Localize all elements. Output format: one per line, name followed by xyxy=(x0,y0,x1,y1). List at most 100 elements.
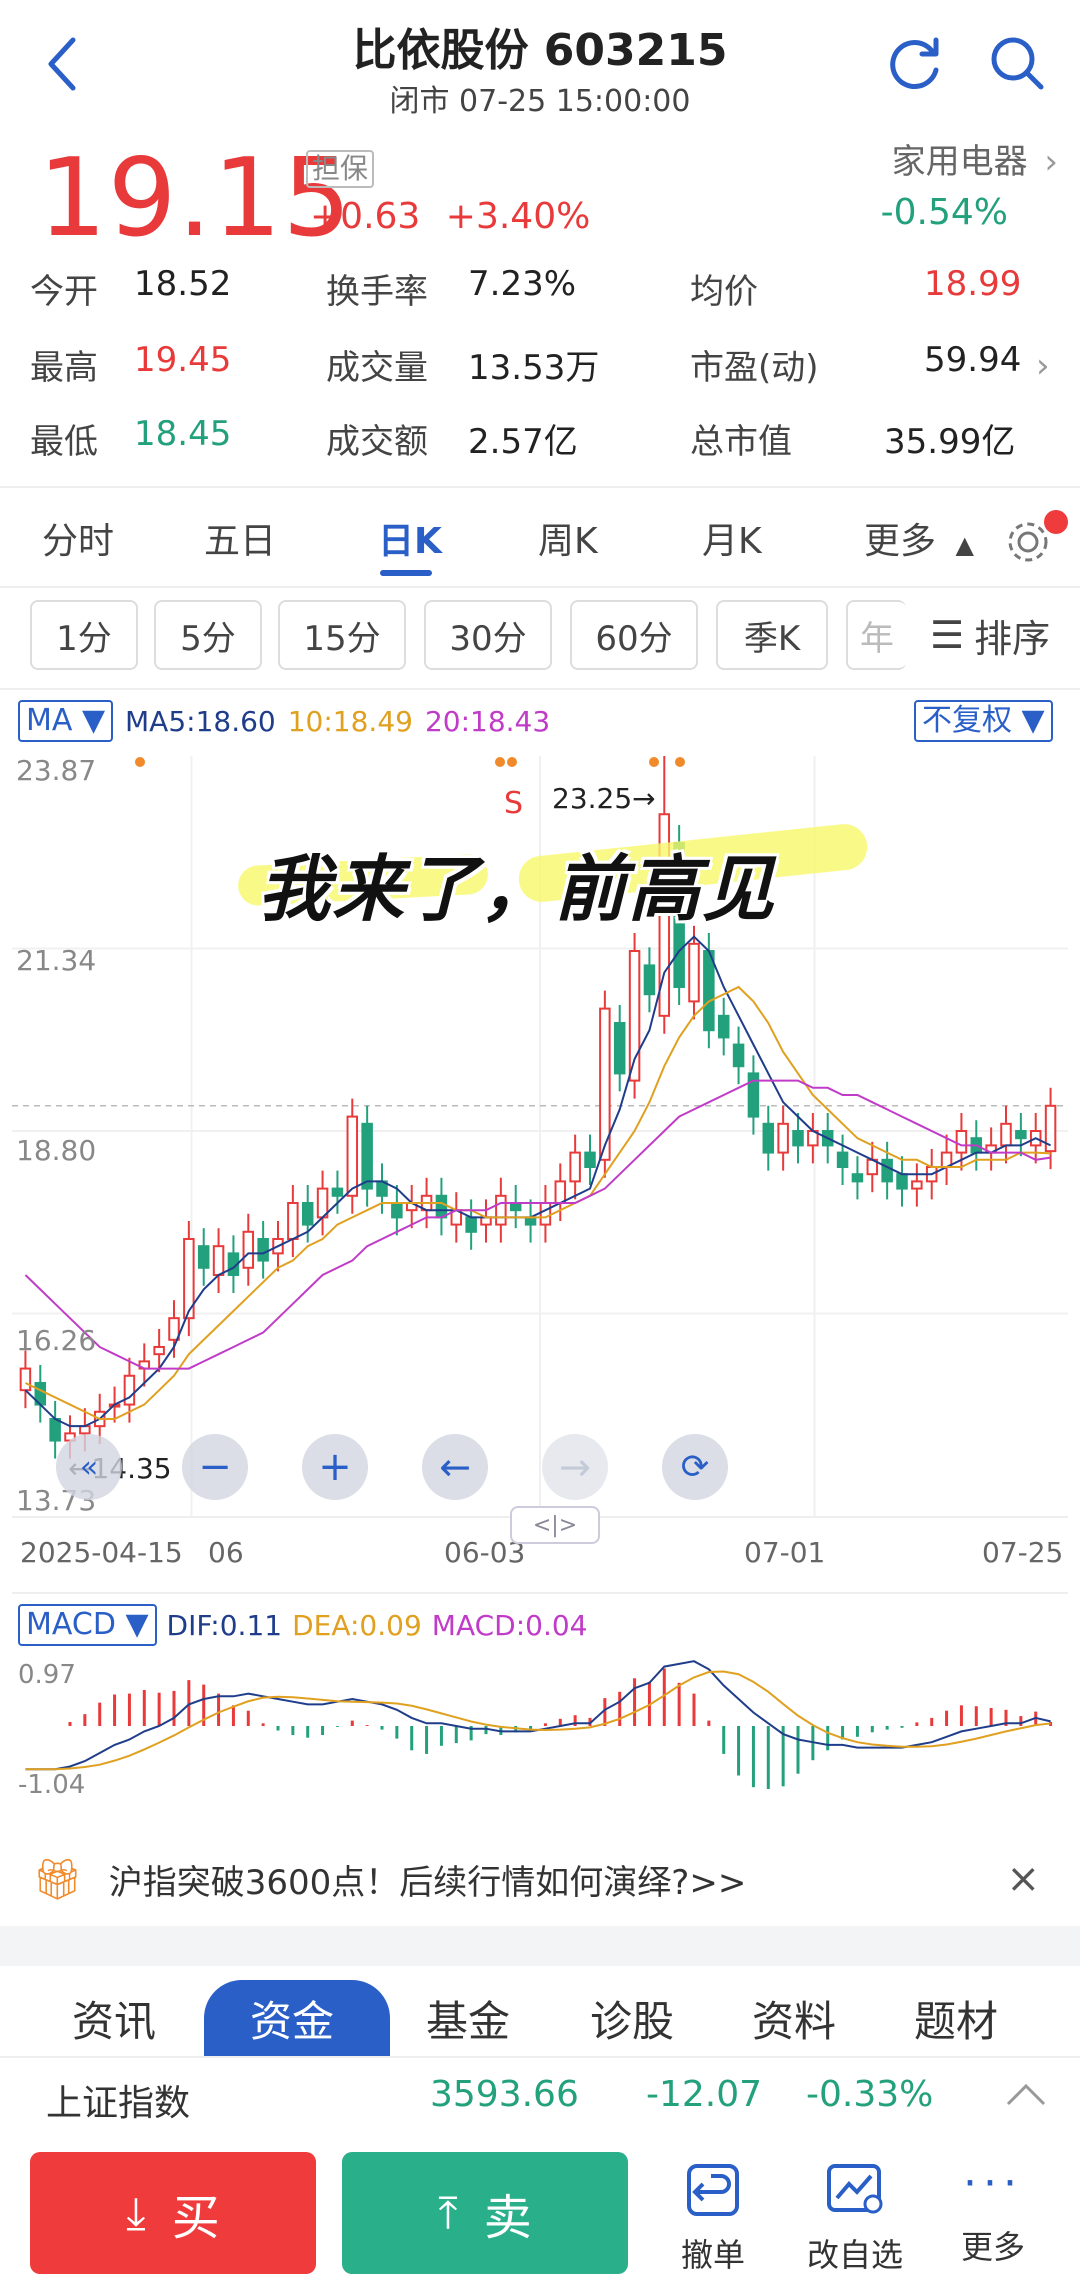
pe-value: 59.94 xyxy=(924,340,1022,380)
active-tab-indicator xyxy=(380,570,432,576)
macd-legend: MACD ▼ DIF:0.11 DEA:0.09 MACD:0.04 xyxy=(18,1604,588,1646)
scroll-start-button[interactable]: « xyxy=(56,1434,122,1500)
candle-body xyxy=(896,1173,908,1190)
pill-quarter-k[interactable]: 季K xyxy=(716,600,828,670)
tab-profile[interactable]: 资料 xyxy=(752,1988,836,2049)
more-dots-icon: ··· xyxy=(963,2158,1023,2209)
dif-value: DIF:0.11 xyxy=(166,1608,283,1642)
edit-watchlist-icon xyxy=(827,2164,883,2214)
chevron-right-icon[interactable]: › xyxy=(1036,346,1050,386)
pill-15min[interactable]: 15分 xyxy=(278,600,406,670)
tab-minute[interactable]: 分时 xyxy=(42,512,114,564)
sell-button[interactable]: ⤒ 卖 xyxy=(342,2152,628,2274)
gift-icon: 🎁︎ xyxy=(32,1856,83,1903)
candle-body xyxy=(79,1425,91,1435)
tab-daily-k[interactable]: 日K xyxy=(378,512,442,564)
rotate-button[interactable]: ⟳ xyxy=(662,1434,728,1500)
plus-icon: + xyxy=(318,1444,352,1490)
change-percent: +3.40% xyxy=(445,196,591,237)
high-value: 19.45 xyxy=(134,340,232,380)
candle-body xyxy=(584,1151,596,1168)
ma-dropdown[interactable]: MA ▼ xyxy=(18,700,114,742)
chevron-up-icon[interactable] xyxy=(1004,2076,1048,2116)
candle-body xyxy=(257,1237,269,1262)
industry-link[interactable]: 家用电器 › xyxy=(892,134,1058,183)
tab-theme[interactable]: 题材 xyxy=(914,1988,998,2049)
kline-chart[interactable]: MA ▼ MA5:18.60 10:18.49 20:18.43 不复权 ▼ 2… xyxy=(12,694,1068,1804)
candle-body xyxy=(242,1230,255,1269)
candle-body xyxy=(762,1122,775,1154)
cancel-order-button[interactable]: 撤单 xyxy=(658,2158,768,2276)
candle-body xyxy=(391,1201,403,1219)
volume-value: 13.53万 xyxy=(468,348,600,388)
candle-body xyxy=(688,942,700,1003)
ma5-value: MA5:18.60 xyxy=(125,704,276,738)
candle-body xyxy=(301,1201,314,1226)
tab-news[interactable]: 资讯 xyxy=(72,1988,156,2049)
dea-value: DEA:0.09 xyxy=(292,1608,422,1642)
candle-body xyxy=(331,1187,344,1197)
macd-dropdown[interactable]: MACD ▼ xyxy=(18,1604,157,1646)
gear-icon[interactable] xyxy=(1000,510,1068,568)
turnover-label: 换手率 xyxy=(326,272,428,312)
resize-handle[interactable]: <|> xyxy=(510,1506,600,1544)
candle-body xyxy=(465,1216,477,1233)
banner-text: 沪指突破3600点！后续行情如何演绎?>> xyxy=(108,1862,747,1903)
pill-1min[interactable]: 1分 xyxy=(30,600,138,670)
candle-body xyxy=(1000,1122,1012,1147)
candle-body xyxy=(197,1245,210,1269)
buy-button[interactable]: ⤓ 买 xyxy=(30,2152,316,2274)
sort-button[interactable]: ☰ 排序 xyxy=(908,600,1080,670)
industry-name: 家用电器 xyxy=(891,142,1028,182)
pill-year-k[interactable]: 年 xyxy=(846,600,906,670)
macd-value: MACD:0.04 xyxy=(431,1608,588,1642)
mcap-value: 35.99亿 xyxy=(884,422,1016,462)
amount-value: 2.57亿 xyxy=(468,422,578,462)
candle-body xyxy=(19,1367,32,1392)
search-icon[interactable] xyxy=(982,28,1052,98)
avg-label: 均价 xyxy=(690,272,758,312)
more-button[interactable]: ··· 更多 xyxy=(938,2158,1048,2268)
index-value: 3593.66 xyxy=(430,2074,579,2115)
tab-weekly-k[interactable]: 周K xyxy=(538,512,598,564)
mcap-label: 总市值 xyxy=(690,422,792,462)
pe-label[interactable]: 市盈(动) xyxy=(690,340,819,389)
section-gap xyxy=(0,1926,1080,1966)
pill-60min[interactable]: 60分 xyxy=(570,600,698,670)
tab-diagnosis[interactable]: 诊股 xyxy=(590,1988,674,2049)
zoom-out-button[interactable]: − xyxy=(182,1434,248,1500)
top-bar: 比依股份 603215 闭市 07-25 15:00:00 xyxy=(0,0,1080,130)
scroll-left-button[interactable]: ← xyxy=(422,1434,488,1500)
candle-body xyxy=(1015,1130,1027,1140)
minus-icon: − xyxy=(198,1444,232,1490)
scroll-right-button[interactable]: → xyxy=(542,1434,608,1500)
candle-body xyxy=(153,1345,165,1356)
tab-monthly-k[interactable]: 月K xyxy=(702,512,762,564)
tab-five-day[interactable]: 五日 xyxy=(204,512,276,564)
divider xyxy=(0,486,1080,488)
date-tick: 07-01 xyxy=(744,1536,826,1569)
macd-dropdown-label: MACD xyxy=(26,1607,116,1642)
refresh-icon[interactable] xyxy=(880,28,950,98)
pill-30min[interactable]: 30分 xyxy=(424,600,552,670)
price-tick: 16.26 xyxy=(16,1324,97,1357)
candle-body xyxy=(643,964,656,996)
tab-more[interactable]: 更多 ▲ xyxy=(864,512,974,564)
sell-marker: S xyxy=(504,786,524,821)
adjust-dropdown[interactable]: 不复权 ▼ xyxy=(914,700,1053,742)
tab-funds-flow[interactable]: 资金 xyxy=(250,1988,334,2049)
amount-label: 成交额 xyxy=(326,422,428,462)
high-annotation: 23.25→ xyxy=(552,782,656,815)
zoom-in-button[interactable]: + xyxy=(302,1434,368,1500)
volume-label: 成交量 xyxy=(326,348,428,388)
close-icon[interactable]: × xyxy=(1006,1856,1040,1902)
tab-fund[interactable]: 基金 xyxy=(426,1988,510,2049)
triangle-up-icon: ▲ xyxy=(955,531,974,559)
pill-5min[interactable]: 5分 xyxy=(154,600,262,670)
index-ticker[interactable]: 上证指数 3593.66 -12.07 -0.33% xyxy=(0,2056,1080,2138)
industry-change: -0.54% xyxy=(880,192,1008,233)
date-tick: 06 xyxy=(208,1536,244,1569)
edit-watchlist-button[interactable]: 改自选 xyxy=(800,2158,910,2276)
candle-body xyxy=(509,1201,522,1212)
promo-banner[interactable]: 🎁︎ 沪指突破3600点！后续行情如何演绎?>> × xyxy=(0,1832,1080,1926)
